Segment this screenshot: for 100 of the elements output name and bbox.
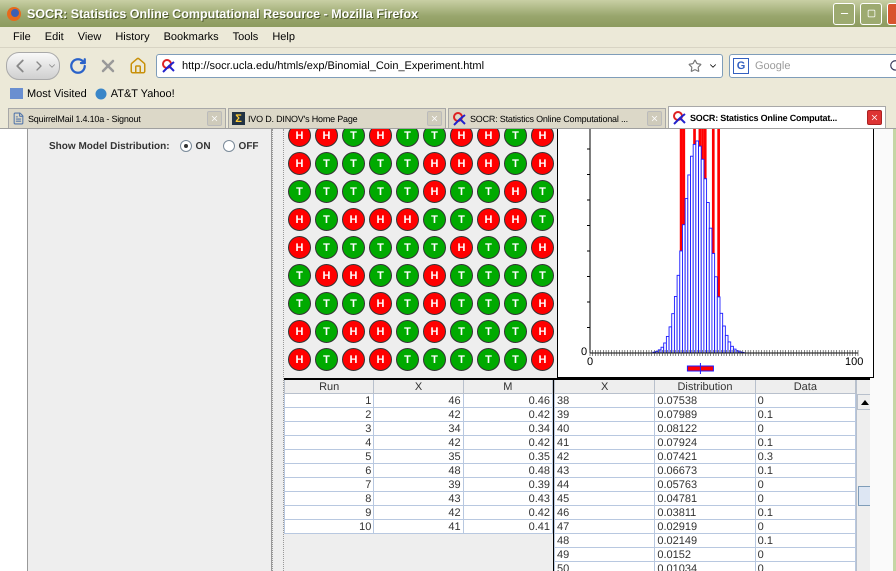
coin: T [450, 208, 473, 231]
coin: T [396, 320, 419, 343]
table-cell: 42 [554, 450, 655, 464]
menu-item[interactable]: View [70, 31, 108, 43]
browser-tab[interactable]: SOCR: Statistics Online Computat... [668, 106, 886, 128]
radio-option[interactable]: OFF [222, 140, 259, 152]
scroll-up-button[interactable] [857, 394, 870, 410]
menu-item[interactable]: History [108, 31, 157, 43]
menu-item[interactable]: Help [265, 31, 302, 43]
splitter[interactable] [272, 129, 284, 571]
coin: T [531, 208, 554, 231]
scrollbar[interactable] [856, 380, 870, 571]
browser-tab[interactable]: SOCR: Statistics Online Computational ... [448, 108, 666, 128]
close-icon [430, 114, 439, 123]
search-engine-icon[interactable]: G [733, 58, 749, 74]
table-cell: 0.07924 [654, 436, 756, 450]
coin: T [504, 292, 527, 315]
coin: H [288, 320, 311, 343]
coin: T [504, 152, 527, 175]
table-cell: 6 [284, 464, 374, 478]
table-cell: 49 [554, 548, 655, 562]
coin: H [288, 152, 311, 175]
table-cell: 0 [755, 520, 856, 534]
coin: H [369, 292, 392, 315]
reload-icon[interactable] [69, 57, 87, 75]
table-cell: 0.0152 [654, 548, 756, 562]
menu-item[interactable]: Bookmarks [156, 31, 226, 43]
table-cell: 0.42 [463, 436, 552, 450]
table-cell: 2 [284, 408, 374, 422]
coin: T [396, 152, 419, 175]
menu-item[interactable]: Edit [38, 31, 71, 43]
table-cell: 3 [284, 422, 374, 436]
coin: H [288, 129, 311, 147]
back-forward-buttons[interactable] [6, 52, 60, 80]
coin: H [423, 180, 446, 203]
coin: T [369, 236, 392, 259]
close-button[interactable] [887, 2, 896, 24]
option-label: Show Model Distribution: [49, 140, 170, 152]
tab-close-button[interactable] [867, 110, 882, 125]
runner-icon [672, 110, 687, 124]
table-cell: 42 [374, 408, 464, 422]
coin: H [531, 129, 554, 147]
window-title: SOCR: Statistics Online Computational Resource - Mozilla Firefox [27, 6, 420, 20]
table-cell: 0.42 [463, 506, 552, 520]
table-cell: 0.07989 [654, 408, 756, 422]
search-box[interactable]: G Google [729, 54, 896, 78]
coin: T [450, 348, 473, 371]
scroll-thumb[interactable] [858, 486, 870, 506]
coin: H [450, 236, 473, 259]
coin: T [531, 264, 554, 287]
browser-tab[interactable]: SquirrelMail 1.4.10a - Signout [8, 108, 226, 128]
table-cell: 0.04781 [654, 492, 756, 506]
table-cell: 1 [284, 394, 374, 408]
home-icon[interactable] [129, 57, 147, 75]
coin: T [288, 292, 311, 315]
bookmark-link[interactable]: Most Visited [10, 88, 87, 100]
column-header: M [463, 380, 552, 394]
table-cell: 34 [374, 422, 464, 436]
table-cell: 0 [755, 394, 856, 408]
folder-icon [10, 88, 23, 99]
table-cell: 43 [374, 492, 464, 506]
globe-icon [94, 88, 107, 100]
coin: T [315, 152, 338, 175]
box-plot-drawing [686, 362, 714, 374]
table-cell: 39 [554, 408, 655, 422]
coin: H [531, 348, 554, 371]
column-header: Data [755, 380, 856, 394]
table-cell: 0.08122 [654, 422, 756, 436]
coin: T [396, 264, 419, 287]
coin: H [477, 208, 500, 231]
menu-item[interactable]: File [6, 31, 38, 43]
coin: T [315, 320, 338, 343]
address-field[interactable]: http://socr.ucla.edu/htmls/exp/Binomial_Coin_Experiment.html [156, 54, 723, 78]
table-cell: 40 [554, 422, 655, 436]
browser-tab[interactable]: Σ IVO D. DINOV's Home Page [228, 108, 446, 128]
table-cell: 10 [284, 520, 374, 534]
coin: T [477, 236, 500, 259]
coin: T [396, 236, 419, 259]
coin: H [396, 208, 419, 231]
coin: H [342, 264, 365, 287]
menu-item[interactable]: Tools [226, 31, 266, 43]
table-cell: 47 [554, 520, 655, 534]
coin: H [450, 152, 473, 175]
bookmark-link[interactable]: AT&T Yahoo! [94, 88, 175, 100]
minimize-button[interactable] [833, 2, 855, 24]
radio-option[interactable]: ON [180, 140, 211, 152]
table-cell: 41 [554, 436, 655, 450]
coin: H [342, 208, 365, 231]
table-cell: 0.41 [463, 520, 552, 534]
coin: T [504, 236, 527, 259]
table-cell: 0.1 [755, 506, 856, 520]
coin: T [288, 180, 311, 203]
bookmark-star-icon[interactable] [688, 59, 702, 73]
table-cell: 48 [374, 464, 464, 478]
table-cell: 0.43 [463, 492, 552, 506]
coin: T [423, 208, 446, 231]
coin: H [342, 348, 365, 371]
restore-button[interactable] [860, 2, 882, 24]
table-cell: 0.42 [463, 408, 552, 422]
table-cell: 38 [554, 394, 655, 408]
